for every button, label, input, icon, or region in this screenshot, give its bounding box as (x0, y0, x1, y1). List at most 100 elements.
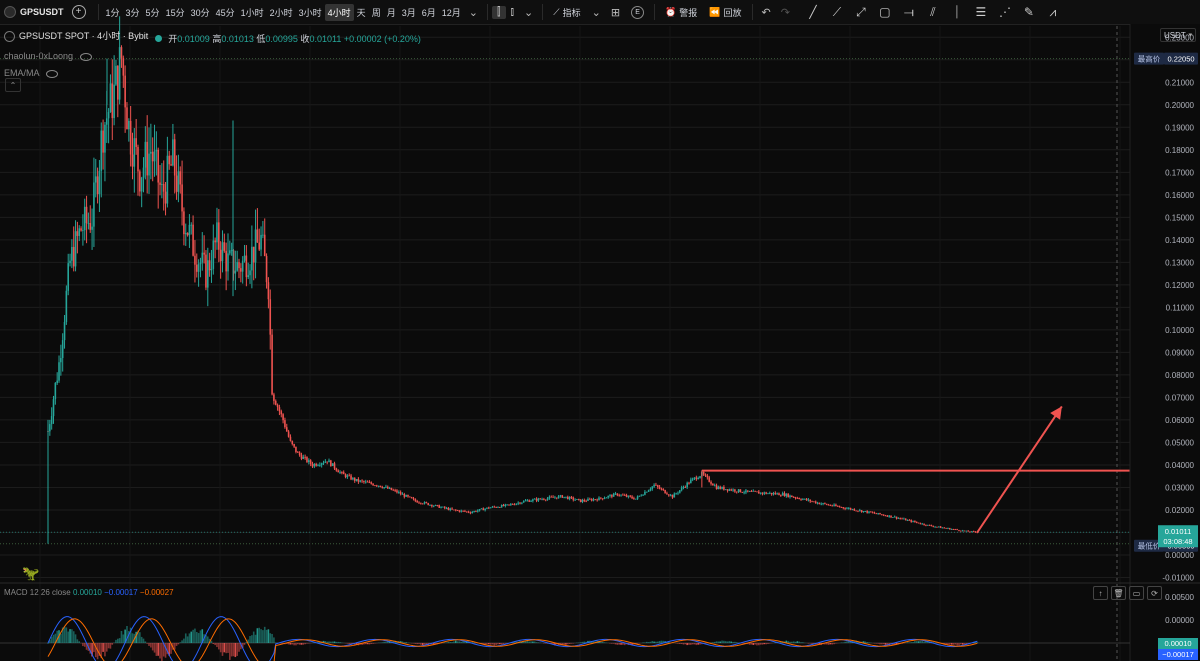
y-tick-label: 0.20000 (1165, 101, 1194, 110)
candle-body (743, 492, 745, 494)
collapse-pane-icon[interactable]: ⟳ (1147, 586, 1162, 600)
indicator-row[interactable]: EMA/MA (4, 65, 421, 82)
candle-body (502, 505, 505, 506)
candle-body (563, 496, 565, 498)
candle-body (133, 138, 136, 167)
candle-body (517, 502, 519, 504)
candle-body (658, 486, 661, 489)
collapse-legend-icon[interactable]: ⌃ (5, 78, 21, 92)
candle-body (721, 486, 723, 489)
candle-body (974, 531, 977, 533)
candle-body (818, 502, 821, 505)
candle-body (679, 490, 681, 493)
macd-hist-bar (271, 633, 273, 643)
macd-hist-bar (416, 643, 418, 645)
candle-body (600, 497, 602, 499)
macd-hist-bar (763, 643, 766, 645)
candle-body (218, 222, 220, 250)
maximize-pane-icon[interactable]: ▭ (1129, 586, 1144, 600)
unit-select[interactable]: USDT ▾ (1160, 28, 1196, 42)
move-up-icon[interactable]: ↑ (1093, 586, 1108, 600)
market-status-icon (154, 35, 162, 42)
macd-hist-bar (921, 641, 924, 643)
candle-body (229, 250, 231, 254)
price-chart[interactable]: 0.230000.220000.210000.200000.190000.180… (0, 0, 1200, 661)
eye-icon[interactable] (79, 52, 92, 61)
macd-hist-bar (846, 641, 848, 643)
macd-hist-bar (447, 641, 450, 643)
macd-hist-bar (229, 643, 231, 660)
macd-hist-bar (688, 643, 690, 645)
candle-body (420, 502, 422, 504)
drawing-annotations (701, 405, 1196, 533)
eye-icon[interactable] (45, 69, 58, 78)
macd-hist-bar (252, 631, 255, 643)
candle-body (409, 496, 411, 498)
candle-body (616, 493, 619, 496)
candle-body (50, 416, 53, 425)
macd-legend: MACD 12 26 close 0.00010 −0.00017 −0.000… (4, 588, 174, 597)
candle-body (56, 380, 58, 383)
candle-body (739, 489, 742, 493)
candle-body (458, 510, 461, 512)
candle-body (83, 206, 86, 231)
delete-pane-icon[interactable]: 🗑 (1111, 586, 1126, 600)
y-tick-label: 0.11000 (1166, 303, 1195, 312)
candle-body (715, 485, 718, 490)
candle-body (947, 528, 949, 529)
candle-body (952, 529, 955, 530)
candle-body (846, 508, 848, 510)
candle-body (949, 528, 951, 530)
candle-body (671, 494, 674, 498)
candle-body (460, 510, 463, 512)
candle-body (893, 516, 896, 518)
candle-body (364, 481, 367, 483)
macd-hist-bar (102, 643, 104, 652)
tradingview-logo-icon[interactable]: 🦖 (22, 565, 39, 582)
macd-hist-bar (157, 643, 159, 656)
macd-hist-bar (682, 643, 685, 645)
macd-hist-bar (306, 643, 308, 644)
macd-hist-bar (418, 643, 420, 645)
macd-hist-bar (956, 643, 958, 646)
candle-body (566, 496, 569, 500)
macd-hist-bar (71, 629, 73, 643)
candle-body (930, 525, 933, 527)
author-row[interactable]: chaolun-0xLoong (4, 48, 421, 65)
candle-body (465, 511, 468, 513)
candle-body (697, 478, 699, 480)
candle-body (897, 518, 900, 519)
candle-body (162, 183, 165, 192)
candle-body (82, 230, 84, 231)
macd-hist-bar (528, 641, 531, 643)
macd-hist-bar (256, 628, 259, 643)
macd-signal-value: −0.00027 (139, 588, 174, 597)
candle-body (914, 521, 916, 523)
macd-hist-bar (717, 641, 720, 643)
macd-hist-bar (47, 643, 49, 644)
candle-body (704, 474, 707, 476)
macd-hist-bar (76, 639, 79, 643)
candle-body (150, 151, 152, 154)
macd-hist-bar (800, 642, 802, 643)
macd-hist-bar (713, 641, 716, 643)
candle-body (972, 531, 975, 533)
macd-hist-bar (304, 643, 306, 645)
macd-hist-bar (385, 641, 387, 643)
candle-body (960, 530, 962, 532)
candle-body (326, 461, 328, 463)
candle-body (60, 358, 62, 363)
legend-title[interactable]: GPSUSDT SPOT · 4小时 · Bybit (4, 28, 148, 45)
candle-body (895, 516, 898, 519)
candle-body (943, 527, 946, 529)
macd-hist-bar (328, 641, 330, 643)
macd-hist-bar (139, 632, 141, 643)
candle-body (258, 242, 261, 250)
candle-body (686, 482, 688, 488)
macd-hist-bar (225, 643, 227, 654)
candle-body (631, 496, 633, 499)
candle-body (767, 493, 769, 495)
candle-body (359, 480, 362, 482)
macd-hist-bar (326, 641, 328, 643)
candle-body (508, 504, 510, 506)
